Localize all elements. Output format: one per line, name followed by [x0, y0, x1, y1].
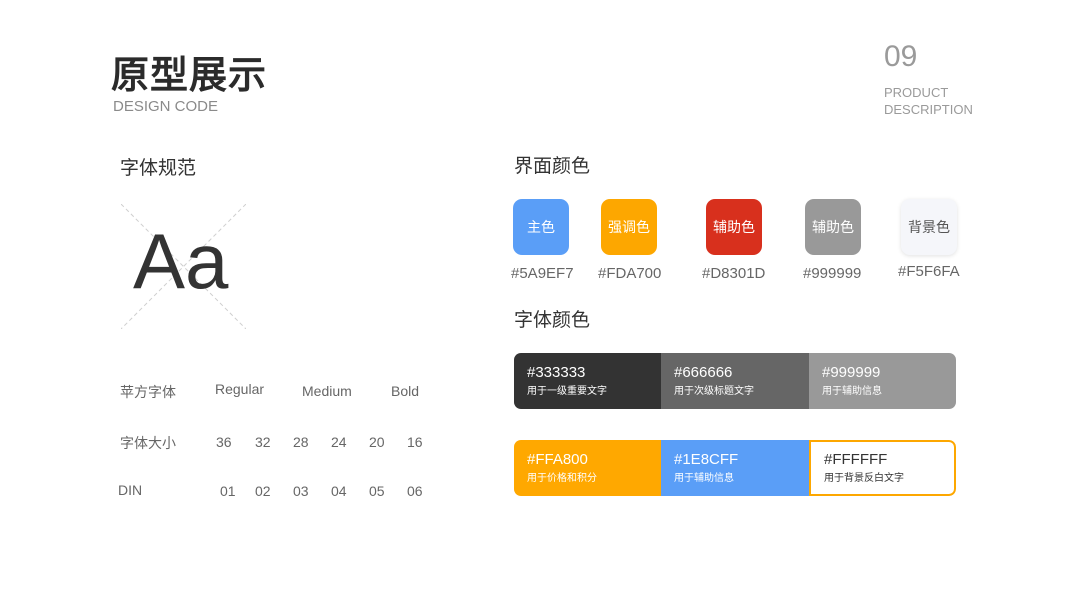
swatch-background: 背景色	[901, 199, 957, 255]
swatch-hex: #F5F6FA	[898, 263, 960, 280]
font-color-hex: #666666	[674, 364, 733, 381]
swatch-hex: #FDA700	[598, 265, 662, 282]
swatch-label: 主色	[527, 220, 555, 236]
swatch-secondary-gray: 辅助色	[805, 199, 861, 255]
spec-size-value: 36	[216, 434, 232, 450]
spec-weight-bold: Bold	[391, 383, 420, 399]
font-color-desc: 用于一级重要文字	[527, 386, 607, 397]
swatch-hex: #D8301D	[702, 265, 766, 282]
swatch-accent: 强调色	[601, 199, 657, 255]
swatch-label: 背景色	[908, 220, 950, 236]
spec-din-value: 01	[220, 483, 236, 499]
font-color-desc: 用于辅助信息	[674, 473, 734, 484]
font-color-desc: 用于次级标题文字	[674, 386, 754, 397]
spec-size-value: 28	[293, 434, 309, 450]
spec-size-value: 16	[407, 434, 423, 450]
ui-color-title: 界面颜色	[514, 155, 591, 177]
spec-weight-regular: Regular	[215, 381, 265, 397]
font-color-cell-333: #333333 用于一级重要文字	[514, 353, 661, 409]
swatch-label: 辅助色	[713, 220, 755, 236]
spec-row-label-din: DIN	[118, 482, 143, 498]
font-color-cell-666: #666666 用于次级标题文字	[661, 353, 809, 409]
swatch-label: 辅助色	[812, 220, 854, 236]
font-color-bar-primary: #333333 用于一级重要文字 #666666 用于次级标题文字 #99999…	[514, 353, 956, 409]
product-label-line2: DESCRIPTION	[884, 102, 973, 117]
product-label-line1: PRODUCT	[884, 85, 949, 100]
swatch-hex: #999999	[803, 265, 862, 282]
spec-size-value: 32	[255, 434, 271, 450]
font-sample-text: Aa	[133, 217, 229, 305]
page-subtitle: DESIGN CODE	[113, 98, 219, 115]
swatch-secondary-red: 辅助色	[706, 199, 762, 255]
swatch-label: 强调色	[608, 220, 650, 236]
font-color-cell-1e8cff: #1E8CFF 用于辅助信息	[661, 440, 809, 496]
font-spec-title: 字体规范	[120, 157, 197, 179]
font-color-hex: #333333	[527, 364, 586, 381]
page-title: 原型展示	[111, 53, 268, 97]
spec-din-value: 03	[293, 483, 309, 499]
page-number: 09	[884, 40, 918, 73]
font-color-desc: 用于辅助信息	[822, 386, 882, 397]
font-color-cell-ffa800: #FFA800 用于价格和积分	[514, 440, 661, 496]
spec-size-value: 20	[369, 434, 385, 450]
spec-row-label-size: 字体大小	[120, 436, 176, 452]
font-color-desc: 用于背景反白文字	[824, 473, 904, 484]
spec-row-label-pingfang: 苹方字体	[120, 385, 176, 401]
font-color-desc: 用于价格和积分	[527, 473, 597, 484]
font-color-hex: #999999	[822, 364, 881, 381]
font-color-cell-999: #999999 用于辅助信息	[809, 353, 956, 409]
swatch-primary: 主色	[513, 199, 569, 255]
spec-weight-medium: Medium	[302, 383, 352, 399]
font-color-hex: #FFA800	[527, 451, 588, 468]
spec-din-value: 04	[331, 483, 347, 499]
spec-din-value: 05	[369, 483, 385, 499]
font-color-title: 字体颜色	[514, 309, 591, 331]
font-color-cell-ffffff: #FFFFFF 用于背景反白文字	[809, 440, 956, 496]
font-color-hex: #FFFFFF	[824, 451, 888, 468]
font-color-bar-secondary: #FFA800 用于价格和积分 #1E8CFF 用于辅助信息 #FFFFFF 用…	[514, 440, 956, 496]
product-description-label: PRODUCT DESCRIPTION	[884, 84, 973, 118]
swatch-hex: #5A9EF7	[511, 265, 574, 282]
spec-din-value: 06	[407, 483, 423, 499]
font-color-hex: #1E8CFF	[674, 451, 739, 468]
spec-size-value: 24	[331, 434, 347, 450]
spec-din-value: 02	[255, 483, 271, 499]
